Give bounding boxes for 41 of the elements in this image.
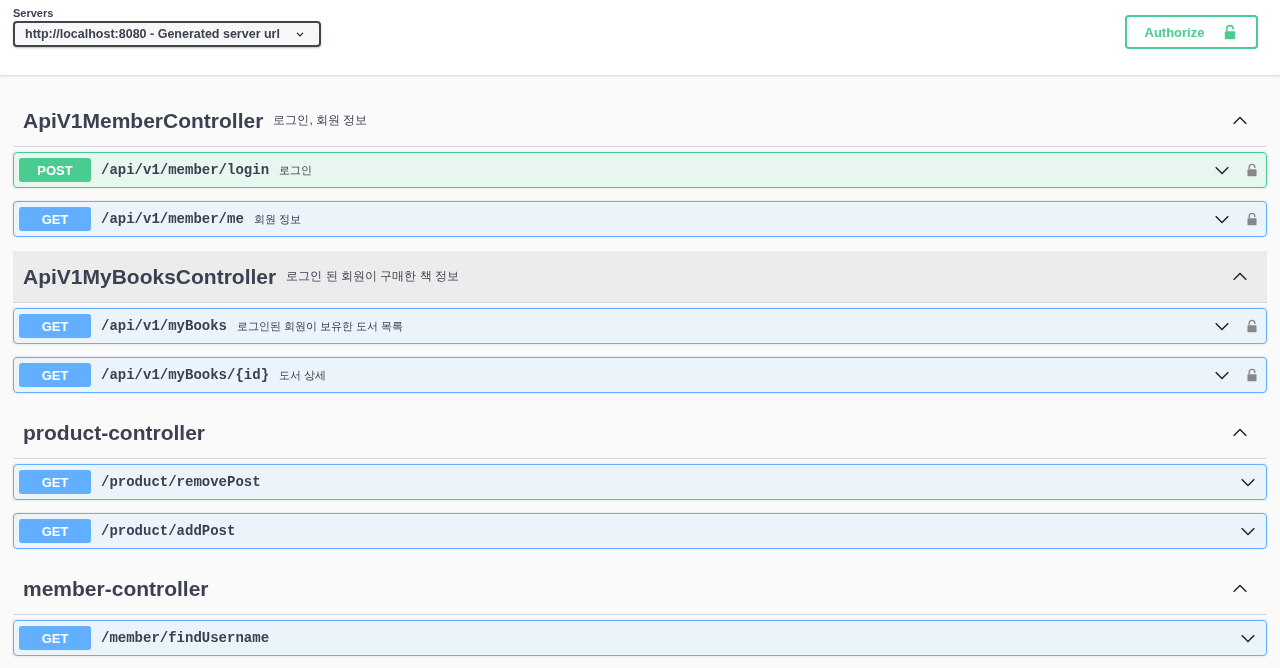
endpoint-path: /api/v1/myBooks	[101, 318, 228, 334]
endpoint-path: /api/v1/member/me	[101, 211, 244, 227]
server-select[interactable]: http://localhost:8080 - Generated server url	[13, 21, 321, 47]
endpoint-summary: 도서 상세	[279, 367, 327, 383]
section-description: 로그인 된 회원이 구매한 책 정보	[286, 268, 459, 285]
operation-row[interactable]: GET /member/findUsername	[13, 620, 1267, 656]
section-title: ApiV1MemberController	[23, 108, 264, 133]
endpoint-summary: 회원 정보	[253, 211, 301, 227]
endpoint-path: /product/addPost	[101, 523, 236, 539]
lock-icon[interactable]	[1245, 318, 1259, 334]
endpoint-path: /api/v1/myBooks/{id}	[101, 367, 270, 383]
section-title: member-controller	[23, 576, 209, 601]
operation-row[interactable]: GET /api/v1/member/me 회원 정보	[13, 201, 1267, 237]
operation-row[interactable]: POST /api/v1/member/login 로그인	[13, 152, 1267, 188]
operation-row[interactable]: GET /product/addPost	[13, 513, 1267, 549]
method-badge: GET	[19, 519, 91, 543]
operation-row[interactable]: GET /product/removePost	[13, 464, 1267, 500]
section-header[interactable]: ApiV1MyBooksController 로그인 된 회원이 구매한 책 정보	[13, 251, 1267, 303]
method-badge: GET	[19, 470, 91, 494]
section-header[interactable]: ApiV1MemberController 로그인, 회원 정보	[13, 95, 1267, 147]
endpoint-path: /product/removePost	[101, 474, 261, 490]
section-title: product-controller	[23, 420, 205, 445]
endpoint-summary: 로그인된 회원이 보유한 도서 목록	[237, 318, 404, 334]
method-badge: GET	[19, 626, 91, 650]
endpoint-path: /api/v1/member/login	[101, 162, 270, 178]
servers-label: Servers	[13, 7, 54, 19]
lock-icon[interactable]	[1245, 162, 1259, 178]
method-badge: GET	[19, 314, 91, 338]
method-badge: GET	[19, 207, 91, 231]
method-badge: GET	[19, 363, 91, 387]
lock-icon[interactable]	[1245, 211, 1259, 227]
operation-row[interactable]: GET /api/v1/myBooks 로그인된 회원이 보유한 도서 목록	[13, 308, 1267, 344]
lock-icon[interactable]	[1245, 367, 1259, 383]
section-header[interactable]: product-controller	[13, 407, 1267, 459]
method-badge: POST	[19, 158, 91, 182]
operation-row[interactable]: GET /api/v1/myBooks/{id} 도서 상세	[13, 357, 1267, 393]
endpoint-path: /member/findUsername	[101, 630, 270, 646]
endpoint-summary: 로그인	[279, 162, 313, 178]
section-header[interactable]: member-controller	[13, 563, 1267, 615]
section-title: ApiV1MyBooksController	[23, 264, 277, 289]
section-description: 로그인, 회원 정보	[273, 112, 368, 129]
